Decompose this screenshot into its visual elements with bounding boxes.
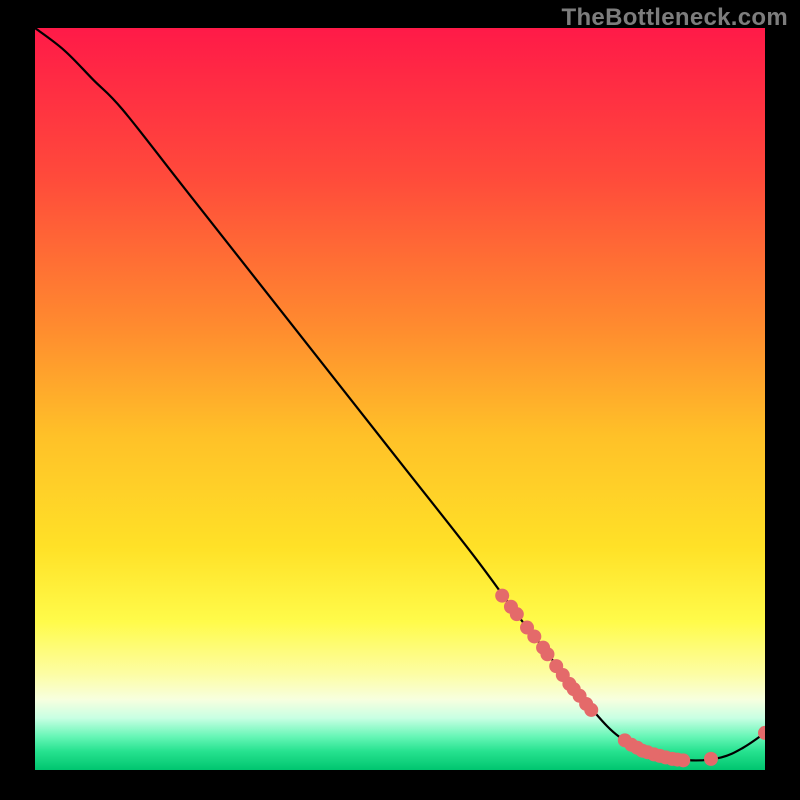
scatter-dot [704, 752, 718, 766]
scatter-dot [527, 629, 541, 643]
scatter-dot [584, 703, 598, 717]
gradient-background [35, 28, 765, 770]
scatter-dot [510, 607, 524, 621]
scatter-dot [676, 753, 690, 767]
plot-svg [35, 28, 765, 770]
scatter-dot [495, 589, 509, 603]
scatter-dot [540, 647, 554, 661]
chart-stage: TheBottleneck.com [0, 0, 800, 800]
plot-area [35, 28, 765, 770]
